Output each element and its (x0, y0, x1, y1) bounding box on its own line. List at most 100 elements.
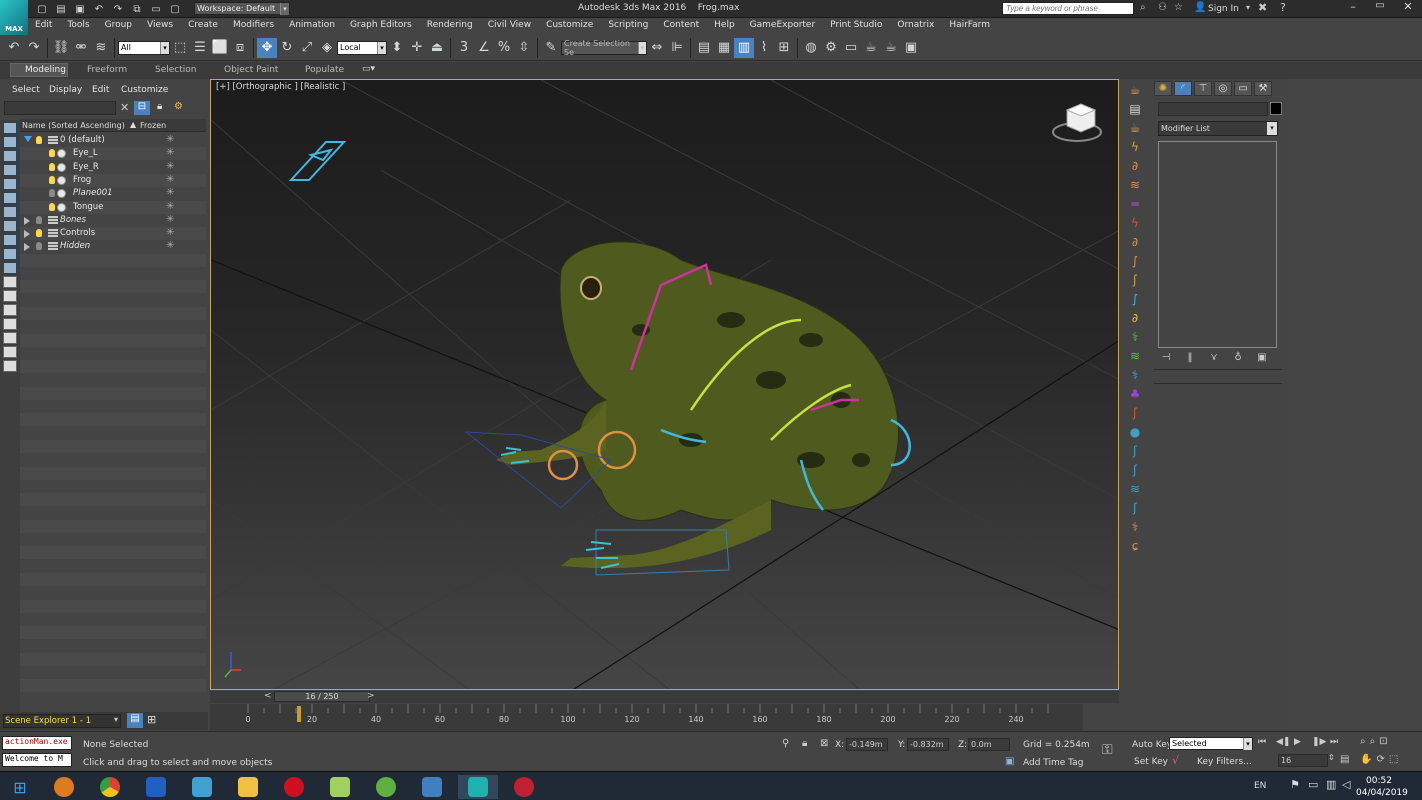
sync-icon[interactable]: ⚙ (174, 101, 183, 112)
display-xrefs-icon[interactable] (3, 220, 17, 232)
object-name-field[interactable] (1158, 102, 1268, 116)
layer-manager-icon[interactable]: ▤ (694, 38, 714, 58)
light-bulb-icon[interactable] (49, 202, 55, 211)
ornatrix-strand-icon[interactable]: ϟ (1127, 216, 1143, 230)
rotate-icon[interactable]: ↻ (277, 38, 297, 58)
ornatrix-surface-icon[interactable]: ≋ (1127, 482, 1143, 496)
time-slider-thumb[interactable]: 16 / 250 (274, 691, 370, 702)
app-logo[interactable]: MAX (0, 0, 28, 35)
curve-editor-icon[interactable]: ⌇ (754, 38, 774, 58)
tree-row-controls[interactable]: Controls ✳ (20, 227, 206, 241)
scene-explorer-icon[interactable]: ▥ (734, 37, 754, 58)
tab-selection[interactable]: Selection (155, 65, 196, 75)
time-slider[interactable]: < 16 / 250 > (210, 691, 1119, 703)
z-coord-field[interactable]: 0.0m (968, 738, 1010, 751)
display-icon[interactable]: ▭ (1308, 778, 1318, 791)
expand-icon[interactable] (24, 243, 30, 252)
taskbar-app-recorder[interactable] (504, 775, 544, 799)
menu-create[interactable]: Create (181, 18, 226, 30)
hierarchy-icon[interactable]: ⊞ (147, 713, 156, 726)
frozen-toggle-icon[interactable]: ✳ (166, 187, 174, 198)
track-bar[interactable]: 0 20 40 60 80 100 120 140 160 180 200 220 240 (210, 704, 1083, 731)
time-slider-next[interactable]: > (367, 691, 375, 701)
menu-rendering[interactable]: Rendering (420, 18, 481, 30)
menu-print-studio[interactable]: Print Studio (823, 18, 890, 30)
menu-content[interactable]: Content (656, 18, 707, 30)
ornatrix-cache-icon[interactable]: ● (1127, 425, 1143, 439)
percent-snap-icon[interactable]: % (494, 38, 514, 58)
zoom-all-icon[interactable]: ⌕ (1370, 736, 1376, 747)
tree-row-plane001[interactable]: Plane001 ✳ (20, 187, 206, 200)
ornatrix-braid-icon[interactable]: ∫ (1127, 254, 1143, 268)
frozen-toggle-icon[interactable]: ✳ (166, 174, 174, 185)
expand-icon[interactable] (24, 216, 30, 225)
lock-icon[interactable]: 🔒︎ (157, 101, 162, 112)
display-shapes-icon[interactable] (3, 136, 17, 148)
camera-gizmo[interactable] (288, 141, 347, 181)
favorites-icon[interactable]: ☆ (1174, 2, 1183, 13)
ornatrix-push-icon[interactable]: ∂ (1127, 311, 1143, 325)
light-bulb-icon[interactable] (49, 189, 55, 198)
column-frozen-header[interactable]: Frozen (140, 121, 166, 130)
search-input[interactable] (1002, 2, 1134, 15)
configure-sets-icon[interactable]: ▣ (1254, 352, 1270, 363)
move-icon[interactable]: ✥ (257, 37, 277, 58)
find-icon-icon[interactable] (3, 346, 17, 358)
ornatrix-guides-icon[interactable]: ϟ (1127, 140, 1143, 154)
undo-icon[interactable]: ↶ (91, 1, 107, 17)
utilities-tab-icon[interactable]: ⚒ (1254, 81, 1272, 96)
display-lights-icon[interactable] (3, 150, 17, 162)
window-crossing-icon[interactable]: ⧈ (230, 38, 250, 58)
x-coord-field[interactable]: -0.149m (846, 738, 888, 751)
project-icon[interactable]: ▢ (167, 1, 183, 17)
taskbar-app-utorrent[interactable] (366, 775, 406, 799)
y-coord-field[interactable]: -0.832m (907, 738, 949, 751)
tab-modeling[interactable]: Modeling (25, 65, 66, 75)
isolate-selection-icon[interactable]: ⚲ (782, 738, 789, 749)
scale-icon[interactable]: ⤢ (297, 38, 317, 58)
display-frozen-icon[interactable] (3, 262, 17, 274)
show-end-result-icon[interactable]: ‖ (1182, 352, 1198, 363)
ornatrix-wind-icon[interactable]: ⚕ (1127, 368, 1143, 382)
clear-search-icon[interactable]: ✕ (120, 101, 129, 114)
pin-stack-icon[interactable]: ⊣ (1158, 352, 1174, 363)
frozen-toggle-icon[interactable]: ✳ (166, 147, 174, 158)
modifier-stack[interactable] (1158, 141, 1277, 348)
light-bulb-icon[interactable] (36, 215, 42, 224)
infocenter-icon[interactable]: ⚇ (1158, 2, 1167, 13)
next-frame-icon[interactable]: ❚▶ (1312, 737, 1326, 747)
menu-ornatrix[interactable]: Ornatrix (890, 18, 942, 30)
current-frame-marker[interactable] (297, 706, 302, 722)
collapse-icon[interactable] (24, 136, 32, 142)
ornatrix-dynamics-icon[interactable]: ʃ (1127, 406, 1143, 420)
ornatrix-clump-icon[interactable]: ═ (1127, 197, 1143, 211)
frog-model[interactable] (496, 241, 899, 569)
clock-date[interactable]: 04/04/2019 (1356, 788, 1408, 798)
taskbar-app-3dsmax[interactable] (458, 775, 498, 799)
transform-mode-icon[interactable]: ⊠ (820, 738, 828, 749)
add-time-tag[interactable]: Add Time Tag (1023, 758, 1083, 768)
frozen-toggle-icon[interactable]: ✳ (166, 161, 174, 172)
manipulate-icon[interactable]: ✛ (407, 38, 427, 58)
toggle-ribbon-icon[interactable]: ▦ (714, 38, 734, 58)
selection-filter-dropdown[interactable]: All ▾ (118, 40, 170, 55)
angle-snap-icon[interactable]: ∠ (474, 38, 494, 58)
taskbar-app-messenger[interactable] (136, 775, 176, 799)
remove-modifier-icon[interactable]: ♁ (1230, 352, 1246, 363)
time-slider-prev[interactable]: < (264, 691, 272, 701)
key-selection-dropdown[interactable]: Selected ▾ (1169, 737, 1253, 750)
language-indicator[interactable]: EN (1254, 781, 1266, 791)
menu-graph-editors[interactable]: Graph Editors (343, 18, 420, 30)
maxscript-listener-1[interactable]: actionMan.exe (2, 736, 72, 750)
tree-row-eye-r[interactable]: Eye_R ✳ (20, 161, 206, 174)
display-bones-icon[interactable] (3, 234, 17, 246)
menu-modifiers[interactable]: Modifiers (226, 18, 282, 30)
explorer-menu-display[interactable]: Display (49, 85, 82, 95)
keyboard-shortcut-icon[interactable]: ⏏ (427, 38, 447, 58)
frozen-toggle-icon[interactable]: ✳ (166, 201, 174, 212)
material-editor-icon[interactable]: ◍ (801, 38, 821, 58)
menu-views[interactable]: Views (140, 18, 181, 30)
taskbar-app-chrome[interactable] (90, 775, 130, 799)
light-bulb-icon[interactable] (36, 229, 42, 238)
set-key-button[interactable]: Set Key (1134, 757, 1168, 767)
